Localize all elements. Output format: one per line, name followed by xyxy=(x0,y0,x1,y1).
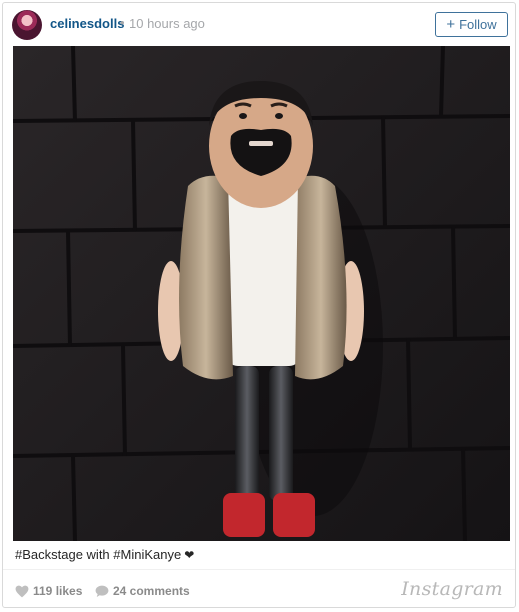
follow-label: Follow xyxy=(459,17,497,32)
post-footer: 119 likes 24 comments Instagram xyxy=(3,569,515,607)
username-link[interactable]: celinesdolls xyxy=(50,16,124,31)
separator-dot: • xyxy=(120,15,125,30)
comment-bubble-icon xyxy=(95,585,109,597)
post-header: celinesdolls • 10 hours ago + Follow xyxy=(3,3,515,47)
plus-icon: + xyxy=(446,16,456,33)
doll-photo-illustration xyxy=(13,46,510,541)
instagram-logo[interactable]: Instagram xyxy=(401,578,503,600)
instagram-post-card: celinesdolls • 10 hours ago + Follow #Ba… xyxy=(2,2,516,608)
post-timestamp[interactable]: 10 hours ago xyxy=(129,16,205,31)
follow-button[interactable]: + Follow xyxy=(435,12,508,37)
comments-count[interactable]: 24 comments xyxy=(95,584,190,598)
caption-text: #Backstage with #MiniKanye xyxy=(15,547,182,562)
user-avatar[interactable] xyxy=(12,10,42,40)
post-caption: #Backstage with #MiniKanye ❤ xyxy=(15,547,194,562)
comments-label: 24 comments xyxy=(113,584,190,598)
post-photo[interactable] xyxy=(13,46,510,541)
heart-icon xyxy=(15,585,29,597)
likes-count[interactable]: 119 likes xyxy=(15,584,82,598)
likes-label: 119 likes xyxy=(33,584,83,598)
heart-icon: ❤ xyxy=(184,548,195,562)
